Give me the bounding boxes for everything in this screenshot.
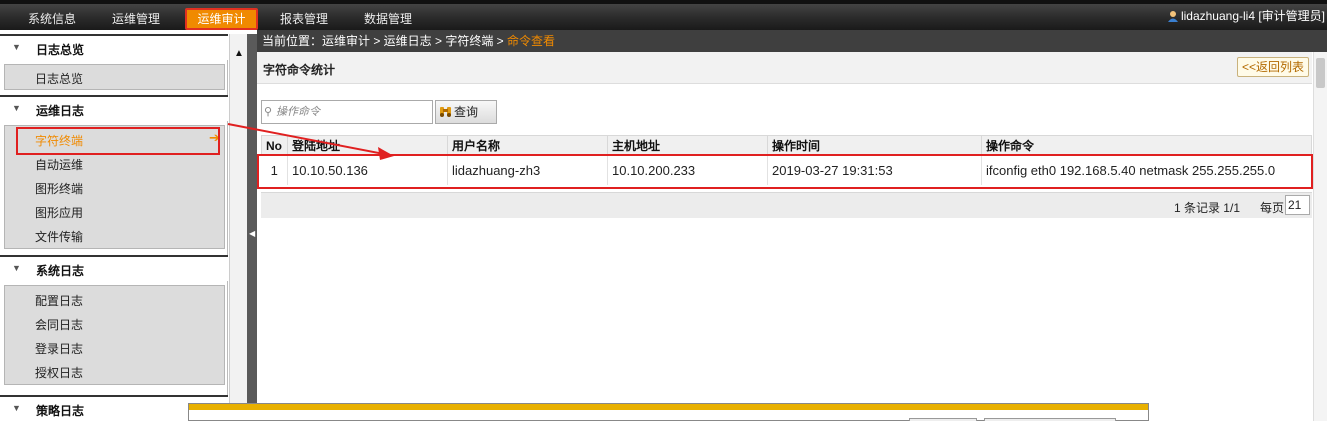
current-user[interactable]: lidazhuang-li4 [审计管理员] [1167,7,1325,24]
sidebar-scrollbar[interactable]: ▲ [229,34,247,421]
collapse-triangle-icon: ▼ [12,263,21,273]
sidebar-section-body: 字符终端 ➔ 自动运维 图形终端 图形应用 文件传输 [4,125,225,249]
scroll-thumb[interactable] [1316,58,1325,88]
column-header-login-address[interactable]: 登陆地址 [287,135,448,156]
sidebar-section-title: 运维日志 [36,104,85,118]
scroll-up-icon[interactable]: ▲ [234,48,244,59]
arrow-right-icon: ➔ [209,130,220,145]
top-nav-bar: 系统信息 运维管理 运维审计 报表管理 数据管理 lidazhuang-li4 … [0,0,1327,30]
sidebar-section-title: 系统日志 [36,264,85,278]
column-header-no[interactable]: No [261,135,288,156]
panel-header: 字符命令统计 <<返回列表 [257,52,1312,84]
dialog-title-bar [189,404,1148,410]
per-page-input[interactable]: 21 [1285,195,1310,215]
sidebar-item-char-terminal[interactable]: 字符终端 [35,132,83,149]
collapse-triangle-icon: ▼ [12,403,21,413]
tab-ops-audit[interactable]: 运维审计 [185,8,258,30]
breadcrumb: 当前位置：运维审计 > 运维日志 > 字符终端 > 命令查看 [257,30,1327,52]
panel-title: 字符命令统计 [263,63,336,77]
breadcrumb-current: 命令查看 [507,34,556,48]
table-header-row: No 登陆地址 用户名称 主机地址 操作时间 操作命令 [261,135,1312,156]
tab-ops-management[interactable]: 运维管理 [104,8,168,30]
main-scrollbar[interactable] [1313,52,1327,421]
command-search-input[interactable]: ⚲ 操作命令 [261,100,433,124]
tab-system-info[interactable]: 系统信息 [22,8,82,30]
binoculars-icon [440,107,451,117]
sidebar-section-title: 策略日志 [36,404,85,418]
sidebar-item-file-transfer[interactable]: 文件传输 [35,228,83,245]
column-header-operation-command[interactable]: 操作命令 [981,135,1312,156]
sidebar-item-log-overview[interactable]: 日志总览 [35,70,83,87]
sidebar-section-ops-logs[interactable]: ▼ 运维日志 [0,95,228,121]
collapse-triangle-icon: ▼ [12,42,21,52]
user-icon [1167,10,1178,22]
cell-login-address: 10.10.50.136 [287,155,448,185]
sidebar-item-auth-log[interactable]: 授权日志 [35,364,83,381]
sidebar-section-overview[interactable]: ▼ 日志总览 [0,34,228,60]
column-header-username[interactable]: 用户名称 [447,135,608,156]
sidebar: ▼ 日志总览 日志总览 ▼ 运维日志 字符终端 ➔ 自动运维 图形终端 图形应用… [0,34,228,421]
column-header-operation-time[interactable]: 操作时间 [767,135,982,156]
collapse-triangle-icon: ▼ [12,103,21,113]
column-header-host-address[interactable]: 主机地址 [607,135,768,156]
sidebar-item-auto-ops[interactable]: 自动运维 [35,156,83,173]
sidebar-item-graphic-app[interactable]: 图形应用 [35,204,83,221]
cell-operation-time: 2019-03-27 19:31:53 [767,155,982,185]
breadcrumb-path: 当前位置：运维审计 > 运维日志 > 字符终端 > [262,34,508,48]
cell-username: lidazhuang-zh3 [447,155,608,185]
panel-splitter[interactable]: ◀ [247,34,257,421]
main-content: 当前位置：运维审计 > 运维日志 > 字符终端 > 命令查看 字符命令统计 <<… [257,30,1327,421]
query-button-label: 查询 [454,105,479,119]
dialog-window [188,403,1149,421]
sidebar-item-graphic-terminal[interactable]: 图形终端 [35,180,83,197]
query-button[interactable]: 查询 [435,100,497,124]
sidebar-section-title: 日志总览 [36,43,85,57]
sidebar-section-body: 配置日志 会同日志 登录日志 授权日志 [4,285,225,385]
user-name-label: lidazhuang-li4 [审计管理员] [1180,9,1325,23]
sidebar-section-body: 日志总览 [4,64,225,90]
table-row[interactable]: 1 10.10.50.136 lidazhuang-zh3 10.10.200.… [261,155,1312,185]
tab-report-management[interactable]: 报表管理 [272,8,336,30]
collapse-left-icon[interactable]: ◀ [249,229,255,238]
sidebar-item-session-log[interactable]: 会同日志 [35,316,83,333]
record-count: 1 条记录 1/1 [1173,201,1240,215]
per-page-label: 每页 [1259,201,1284,215]
search-placeholder: 操作命令 [276,106,320,118]
sidebar-section-system-logs[interactable]: ▼ 系统日志 [0,255,228,281]
cell-host-address: 10.10.200.233 [607,155,768,185]
back-to-list-button[interactable]: <<返回列表 [1236,57,1309,77]
pager: 1 条记录 1/1 每页 21 [261,192,1312,218]
sidebar-item-login-log[interactable]: 登录日志 [35,340,83,357]
search-bar: ⚲ 操作命令 查询 [257,85,1312,132]
command-table: No 登陆地址 用户名称 主机地址 操作时间 操作命令 1 10.10.50.1… [261,135,1312,185]
cell-operation-command: ifconfig eth0 192.168.5.40 netmask 255.2… [981,155,1312,185]
sidebar-item-config-log[interactable]: 配置日志 [35,292,83,309]
tab-data-management[interactable]: 数据管理 [356,8,420,30]
search-icon: ⚲ [264,106,273,118]
cell-no: 1 [261,155,288,185]
